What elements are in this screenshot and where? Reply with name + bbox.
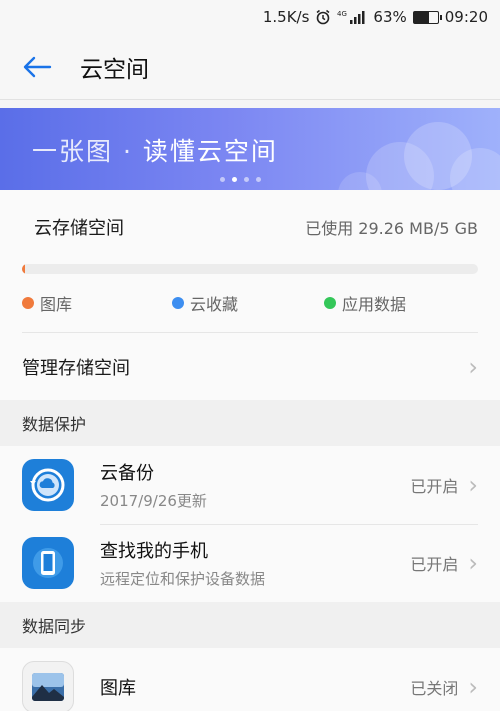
legend-item: 云收藏 (172, 291, 324, 315)
app-bar: 云空间 (0, 34, 500, 100)
legend-dot (172, 297, 184, 309)
banner-text: 一张图 · 读懂云空间 (32, 132, 278, 168)
chevron-right-icon: › (468, 549, 478, 577)
battery-icon (412, 10, 442, 24)
legend-label: 云收藏 (190, 295, 239, 314)
storage-legend: 图库 云收藏 应用数据 (22, 274, 478, 332)
chevron-right-icon: › (468, 471, 478, 499)
storage-header: 云存储空间 已使用 29.26 MB/5 GB (22, 190, 478, 264)
carousel-dot (220, 177, 225, 182)
network-type: 4G (337, 10, 347, 18)
legend-label: 应用数据 (342, 295, 407, 314)
storage-card: 云存储空间 已使用 29.26 MB/5 GB 图库 云收藏 应用数据 管理存储空间… (0, 190, 500, 400)
gallery-icon (22, 661, 74, 711)
carousel-dot (244, 177, 249, 182)
status-label: 已开启 (410, 477, 459, 496)
carousel-dot (232, 177, 237, 182)
list-item-title: 图库 (100, 678, 136, 699)
section-title-sync: 数据同步 (0, 602, 500, 648)
legend-item: 应用数据 (324, 291, 406, 315)
storage-used: 已使用 29.26 MB/5 GB (305, 219, 478, 238)
chevron-right-icon: › (468, 352, 478, 381)
status-label: 已开启 (410, 555, 459, 574)
list-item-gallery[interactable]: 图库 已关闭 › (0, 648, 500, 711)
chevron-right-icon: › (468, 673, 478, 701)
status-label: 已关闭 (410, 679, 459, 698)
find-phone-icon (22, 537, 74, 589)
clock: 09:20 (444, 8, 488, 26)
alarm-icon (315, 9, 331, 25)
manage-storage-label: 管理存储空间 (22, 357, 130, 379)
legend-dot (22, 297, 34, 309)
section-title-protection: 数据保护 (0, 400, 500, 446)
storage-progress-fill (22, 264, 25, 274)
manage-storage-row[interactable]: 管理存储空间 › (22, 332, 478, 400)
legend-item: 图库 (22, 291, 172, 315)
storage-title: 云存储空间 (34, 218, 124, 239)
network-speed: 1.5K/s (262, 8, 310, 26)
back-arrow-icon[interactable] (22, 49, 58, 85)
list-item-title: 查找我的手机 (100, 541, 208, 562)
list-item-title: 云备份 (100, 463, 154, 484)
legend-label: 图库 (40, 295, 73, 314)
page-title: 云空间 (80, 56, 149, 83)
list-item-cloud-backup[interactable]: 云备份 2017/9/26更新 已开启 › (0, 446, 500, 524)
banner-text-right: 读懂云空间 (142, 137, 278, 166)
promo-banner[interactable]: 一张图 · 读懂云空间 (0, 108, 500, 190)
banner-text-left: 一张图 · (32, 137, 143, 166)
signal-icon: 4G (337, 9, 367, 25)
cloud-backup-icon (22, 459, 74, 511)
carousel-dot (256, 177, 261, 182)
status-bar: 1.5K/s 4G 63% 09:20 (0, 0, 500, 34)
list-item-find-phone[interactable]: 查找我的手机 远程定位和保护设备数据 已开启 › (0, 524, 500, 602)
carousel-indicator (220, 177, 261, 182)
list-item-subtitle: 2017/9/26更新 (100, 492, 207, 510)
list-item-subtitle: 远程定位和保护设备数据 (100, 570, 266, 588)
storage-progress-bar (22, 264, 478, 274)
cloud-illustration-icon (338, 122, 500, 190)
battery-percent: 63% (373, 8, 407, 26)
legend-dot (324, 297, 336, 309)
